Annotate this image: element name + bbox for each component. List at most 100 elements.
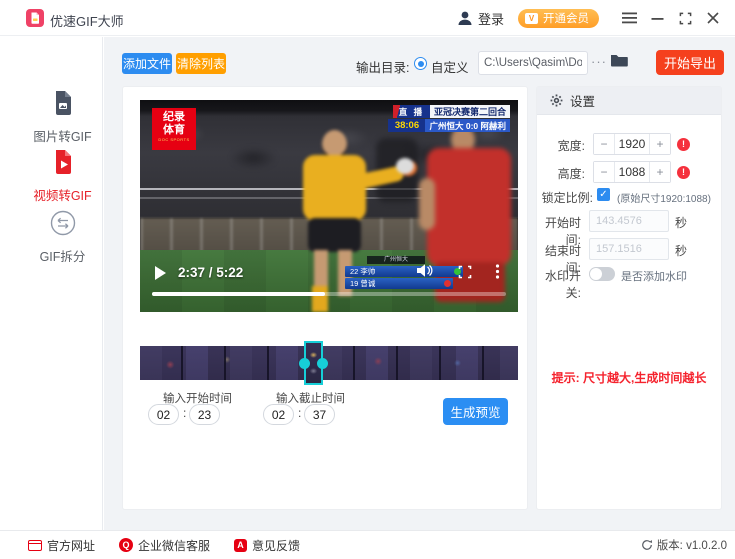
add-file-button[interactable]: 添加文件: [122, 53, 172, 74]
live-badge: 直 播: [393, 105, 430, 118]
start-time-value-input[interactable]: [589, 210, 669, 232]
feedback-icon: A: [234, 539, 247, 552]
score-line: 广州恒大 0:0 阿赫利: [425, 119, 510, 132]
user-icon: [457, 10, 473, 26]
width-label: 宽度:: [537, 137, 585, 154]
menu-button[interactable]: [615, 0, 643, 36]
lock-ratio-checkbox[interactable]: ✓: [597, 188, 610, 201]
video-player: 纪录 体育 DOC SPORTS 直 播 亚冠决赛第二回合 38:06 广州恒大…: [140, 100, 518, 312]
play-button[interactable]: [155, 266, 166, 280]
sub-out-dot: [444, 280, 451, 287]
sidebar-item-image-to-gif[interactable]: 图片转GIF: [0, 90, 103, 145]
sidebar-item-gif-split[interactable]: GIF拆分: [0, 210, 103, 265]
output-dir-label: 输出目录:: [356, 57, 409, 76]
start-second-input[interactable]: [189, 404, 220, 425]
channel-logo: 纪录 体育 DOC SPORTS: [152, 108, 196, 150]
seconds-unit: 秒: [675, 242, 687, 259]
selection-handle-left[interactable]: [299, 358, 310, 369]
settings-title: 设置: [570, 91, 595, 110]
sidebar-item-label: 视频转GIF: [22, 185, 103, 204]
lock-ratio-label: 锁定比例:: [537, 189, 593, 206]
height-plus-button[interactable]: +: [650, 162, 670, 182]
app-logo-icon: [26, 9, 44, 27]
sidebar-item-video-to-gif[interactable]: 视频转GIF: [0, 149, 103, 204]
login-label: 登录: [478, 9, 504, 28]
selection-handle-right[interactable]: [317, 358, 328, 369]
width-stepper: − 1920 +: [593, 133, 671, 155]
footer-bar: 官方网址 Q 企业微信客服 A 意见反馈 版本: v1.0.2.0: [0, 530, 735, 559]
split-arrows-icon: [50, 210, 76, 236]
settings-header: 设置: [537, 87, 721, 115]
more-options-icon[interactable]: [495, 264, 500, 279]
gear-icon: [550, 94, 563, 107]
timeline-selection[interactable]: [304, 341, 323, 385]
scoreboard: 直 播 亚冠决赛第二回合 38:06 广州恒大 0:0 阿赫利: [388, 105, 510, 133]
goalkeeper-glove: [396, 158, 414, 174]
minimize-icon: [651, 12, 664, 25]
image-file-icon: [52, 90, 74, 116]
player-out-label: 19 曾诚: [350, 279, 375, 288]
minimize-button[interactable]: [643, 0, 671, 36]
red-player-shirt: [427, 148, 511, 266]
colon-separator: :: [183, 406, 186, 420]
end-second-input[interactable]: [304, 404, 335, 425]
watermark-label: 水印开关:: [537, 267, 581, 301]
substitution-player-in: 22 李帅: [345, 266, 463, 277]
substitution-player-out: 19 曾诚: [345, 278, 453, 289]
match-clock: 38:06: [388, 119, 425, 132]
output-path-input[interactable]: [478, 51, 588, 75]
wechat-service-label: 企业微信客服: [138, 537, 210, 554]
substitution-overlay: 广州恒大 22 李帅 19 曾诚: [345, 256, 463, 289]
website-icon: [28, 540, 42, 551]
player-in-label: 22 李帅: [350, 267, 375, 276]
refresh-icon[interactable]: [641, 539, 653, 551]
end-minute-input[interactable]: [263, 404, 294, 425]
login-button[interactable]: 登录: [457, 9, 504, 28]
height-value[interactable]: 1088: [614, 162, 650, 182]
end-time-value-input[interactable]: [589, 238, 669, 260]
width-minus-button[interactable]: −: [594, 134, 614, 154]
close-button[interactable]: [699, 0, 727, 36]
custom-dir-radio[interactable]: [414, 57, 427, 70]
height-minus-button[interactable]: −: [594, 162, 614, 182]
progress-fill: [152, 292, 325, 296]
official-website-link[interactable]: 官方网址: [28, 537, 95, 554]
goalkeeper-sock: [312, 286, 328, 312]
custom-dir-label[interactable]: 自定义: [431, 57, 469, 76]
width-plus-button[interactable]: +: [650, 134, 670, 154]
watermark-text: 是否添加水印: [621, 268, 687, 284]
close-icon: [707, 12, 719, 24]
version-info: 版本: v1.0.2.0: [641, 537, 727, 553]
volume-icon[interactable]: [416, 263, 433, 278]
browse-more-button[interactable]: ···: [591, 54, 607, 69]
size-hint-text: 提示: 尺寸越大,生成时间越长: [537, 369, 721, 386]
wechat-service-link[interactable]: Q 企业微信客服: [119, 537, 210, 554]
website-label: 官方网址: [47, 537, 95, 554]
title-bar: 优速GIF大师 登录 V 开通会员: [0, 0, 735, 36]
sidebar: 图片转GIF 视频转GIF GIF拆分: [0, 37, 103, 530]
fullscreen-icon[interactable]: [458, 265, 472, 279]
watermark-toggle[interactable]: [589, 267, 615, 281]
clear-list-button[interactable]: 清除列表: [176, 53, 226, 74]
match-title: 亚冠决赛第二回合: [430, 105, 510, 118]
width-warning-icon: !: [677, 138, 690, 151]
timeline-filmstrip[interactable]: [140, 346, 518, 380]
settings-panel: 设置 宽度: − 1920 + ! 高度: − 1088 + ! 锁定比例: ✓…: [536, 86, 722, 510]
hamburger-icon: [622, 12, 637, 24]
channel-logo-line1: 纪录: [152, 111, 196, 124]
generate-preview-button[interactable]: 生成预览: [443, 398, 508, 425]
maximize-button[interactable]: [671, 0, 699, 36]
width-value[interactable]: 1920: [614, 134, 650, 154]
height-label: 高度:: [537, 165, 585, 182]
wechat-service-icon: Q: [119, 538, 133, 552]
colon-separator: :: [298, 406, 301, 420]
open-folder-icon[interactable]: [610, 52, 628, 68]
channel-logo-line2: 体育: [152, 124, 196, 137]
start-minute-input[interactable]: [148, 404, 179, 425]
vip-button[interactable]: V 开通会员: [518, 9, 599, 28]
sidebar-item-label: 图片转GIF: [22, 126, 103, 145]
progress-bar[interactable]: [152, 292, 506, 296]
goalkeeper-shorts: [308, 218, 361, 252]
start-export-button[interactable]: 开始导出: [656, 50, 724, 75]
feedback-link[interactable]: A 意见反馈: [234, 537, 300, 554]
